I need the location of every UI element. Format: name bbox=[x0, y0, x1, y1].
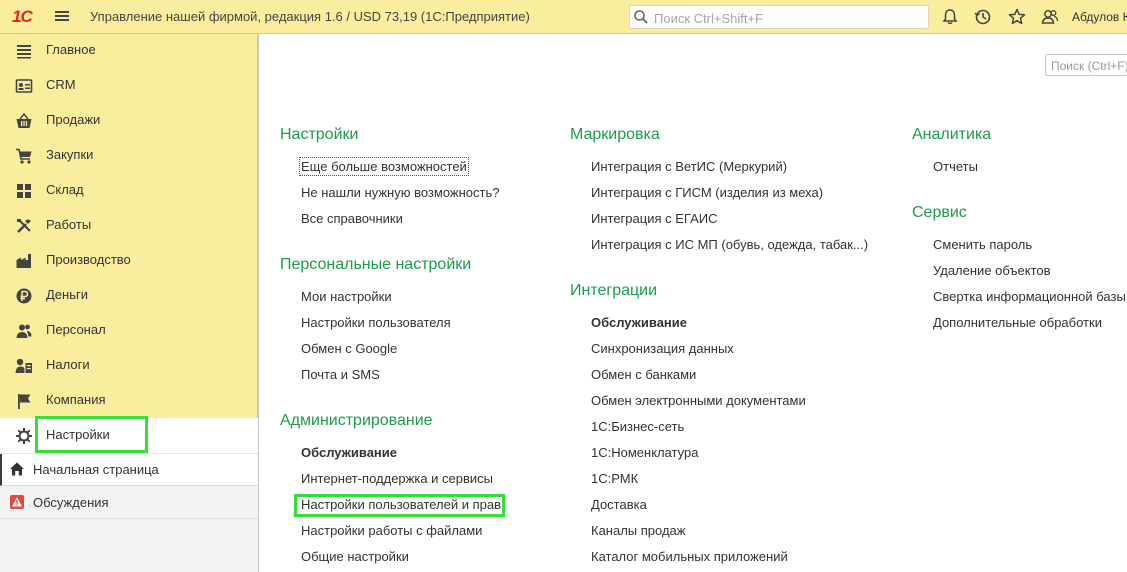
sidebar-item-label: Персонал bbox=[46, 322, 106, 337]
link-bank-exchange[interactable]: Обмен с банками bbox=[591, 367, 696, 382]
sidebar-lower-panel: Начальная страница Обсуждения bbox=[0, 454, 258, 572]
search-icon bbox=[634, 10, 648, 24]
link-google-exchange[interactable]: Обмен с Google bbox=[301, 341, 397, 356]
people-icon bbox=[16, 324, 32, 338]
contact-card-icon bbox=[15, 79, 33, 93]
link-business-network[interactable]: 1С:Бизнес-сеть bbox=[591, 419, 684, 434]
sidebar-item-main[interactable]: Главное bbox=[0, 33, 258, 68]
sidebar-item-label: Работы bbox=[46, 217, 92, 232]
discussions-link[interactable]: Обсуждения bbox=[0, 487, 258, 519]
link-general-settings[interactable]: Общие настройки bbox=[301, 549, 409, 564]
users-icon[interactable] bbox=[1040, 7, 1060, 27]
home-page-link[interactable]: Начальная страница bbox=[0, 454, 258, 486]
sidebar-item-label: Закупки bbox=[46, 147, 94, 162]
sidebar-item-settings[interactable]: Настройки bbox=[0, 418, 258, 453]
global-search-input[interactable] bbox=[652, 8, 926, 28]
link-integration-maintenance[interactable]: Обслуживание bbox=[591, 315, 687, 330]
sidebar-item-label: Настройки bbox=[46, 427, 110, 442]
tools-icon bbox=[17, 219, 31, 233]
link-user-settings[interactable]: Настройки пользователя bbox=[301, 315, 451, 330]
group-title-marking: Маркировка bbox=[570, 126, 660, 143]
link-is-mp[interactable]: Интеграция с ИС МП (обувь, одежда, табак… bbox=[591, 237, 868, 252]
home-icon bbox=[10, 462, 24, 476]
link-gism[interactable]: Интеграция с ГИСМ (изделия из меха) bbox=[591, 185, 823, 200]
link-edi-exchange[interactable]: Обмен электронными документами bbox=[591, 393, 806, 408]
link-vetis[interactable]: Интеграция с ВетИС (Меркурий) bbox=[591, 159, 787, 174]
link-file-settings[interactable]: Настройки работы с файлами bbox=[301, 523, 482, 538]
sidebar-item-works[interactable]: Работы bbox=[0, 208, 258, 243]
link-delete-objects[interactable]: Удаление объектов bbox=[933, 263, 1051, 278]
link-db-rollup[interactable]: Свертка информационной базы bbox=[933, 289, 1126, 304]
sidebar-item-purchases[interactable]: Закупки bbox=[0, 138, 258, 173]
link-rmk[interactable]: 1С:РМК bbox=[591, 471, 638, 486]
list-icon bbox=[17, 45, 31, 59]
sidebar-item-label: Продажи bbox=[46, 112, 101, 127]
sidebar-item-warehouse[interactable]: Склад bbox=[0, 173, 258, 208]
warning-chat-icon bbox=[10, 495, 24, 509]
sidebar-item-sales[interactable]: Продажи bbox=[0, 103, 258, 138]
link-internet-support[interactable]: Интернет-поддержка и сервисы bbox=[301, 471, 493, 486]
link-mobile-apps-catalog[interactable]: Каталог мобильных приложений bbox=[591, 549, 788, 564]
sidebar-item-label: Деньги bbox=[46, 287, 88, 302]
menu-icon[interactable] bbox=[54, 9, 70, 25]
sidebar-item-label: Компания bbox=[46, 392, 106, 407]
link-reports[interactable]: Отчеты bbox=[933, 159, 978, 174]
app-title: Управление нашей фирмой, редакция 1.6 / … bbox=[90, 9, 530, 24]
link-nomenclature[interactable]: 1С:Номенклатура bbox=[591, 445, 698, 460]
sidebar-item-crm[interactable]: CRM bbox=[0, 68, 258, 103]
star-icon[interactable] bbox=[1007, 7, 1027, 27]
link-all-catalogs[interactable]: Все справочники bbox=[301, 211, 403, 226]
sidebar-item-money[interactable]: Деньги bbox=[0, 278, 258, 313]
link-mail-sms[interactable]: Почта и SMS bbox=[301, 367, 380, 382]
link-feature-not-found[interactable]: Не нашли нужную возможность? bbox=[301, 185, 499, 200]
link-my-settings[interactable]: Мои настройки bbox=[301, 289, 392, 304]
link-data-sync[interactable]: Синхронизация данных bbox=[591, 341, 734, 356]
link-change-password[interactable]: Сменить пароль bbox=[933, 237, 1032, 252]
group-title-service: Сервис bbox=[912, 204, 967, 221]
link-sales-channels[interactable]: Каналы продаж bbox=[591, 523, 685, 538]
bell-icon[interactable] bbox=[940, 7, 960, 27]
sidebar-item-staff[interactable]: Персонал bbox=[0, 313, 258, 348]
tax-icon bbox=[15, 358, 32, 373]
ruble-coin-icon bbox=[16, 288, 32, 304]
top-bar: 1С Управление нашей фирмой, редакция 1.6… bbox=[0, 0, 1127, 34]
sidebar-item-label: CRM bbox=[46, 77, 76, 92]
cart-icon bbox=[16, 148, 32, 164]
factory-icon bbox=[16, 254, 31, 268]
group-title-personal-settings: Персональные настройки bbox=[280, 256, 472, 273]
history-icon[interactable] bbox=[973, 7, 993, 27]
flag-icon bbox=[18, 394, 31, 409]
sidebar-item-label: Главное bbox=[46, 42, 96, 57]
group-title-settings: Настройки bbox=[280, 126, 359, 143]
warehouse-grid-icon bbox=[17, 184, 31, 198]
link-delivery[interactable]: Доставка bbox=[591, 497, 647, 512]
app-logo: 1С bbox=[12, 7, 33, 26]
sidebar-item-production[interactable]: Производство bbox=[0, 243, 258, 278]
current-user-name[interactable]: Абдулов Ю bbox=[1072, 10, 1127, 24]
basket-icon bbox=[16, 112, 32, 128]
sidebar-item-label: Производство bbox=[46, 252, 131, 267]
link-extra-processing[interactable]: Дополнительные обработки bbox=[933, 315, 1102, 330]
group-title-administration: Администрирование bbox=[280, 412, 433, 429]
group-title-integrations: Интеграции bbox=[570, 282, 658, 299]
global-search[interactable] bbox=[629, 5, 929, 29]
sidebar-item-label: Склад bbox=[46, 182, 84, 197]
link-admin-maintenance[interactable]: Обслуживание bbox=[301, 445, 397, 460]
panel-search-input[interactable] bbox=[1049, 57, 1127, 75]
gear-icon bbox=[16, 428, 32, 444]
link-egais[interactable]: Интеграция с ЕГАИС bbox=[591, 211, 717, 226]
group-title-analytics: Аналитика bbox=[912, 126, 992, 143]
sidebar-item-company[interactable]: Компания bbox=[0, 383, 258, 418]
discussions-label: Обсуждения bbox=[33, 495, 109, 510]
panel-search[interactable] bbox=[1045, 54, 1127, 76]
home-page-label: Начальная страница bbox=[33, 462, 159, 477]
sidebar-item-label: Налоги bbox=[46, 357, 90, 372]
link-more-features[interactable]: Еще больше возможностей bbox=[299, 157, 469, 176]
link-users-and-rights[interactable]: Настройки пользователей и прав bbox=[301, 497, 501, 512]
sidebar-item-taxes[interactable]: Налоги bbox=[0, 348, 258, 383]
